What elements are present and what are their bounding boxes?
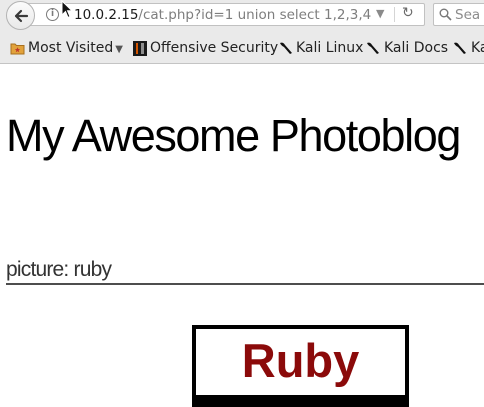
- bookmark-label: Kali Linux: [296, 40, 364, 56]
- bookmarks-toolbar: Most Visited ▼ Offensive Security Kali Li…: [0, 31, 484, 64]
- bookmark-label: Kali Docs: [384, 40, 449, 56]
- mouse-cursor-icon: [61, 0, 73, 19]
- folder-star-icon: [10, 43, 25, 55]
- search-input[interactable]: Sea: [455, 6, 480, 24]
- bookmark-kali-overflow[interactable]: Ka: [471, 40, 484, 56]
- kali-dragon-icon: [367, 42, 379, 54]
- bookmark-kali-docs[interactable]: Kali Docs: [384, 40, 448, 56]
- back-button[interactable]: [6, 1, 35, 30]
- bookmark-label: Offensive Security: [150, 40, 279, 56]
- chevron-down-icon: ▼: [115, 44, 123, 55]
- bookmark-offensive-security[interactable]: Offensive Security: [150, 40, 278, 56]
- navigation-bar: i 10.0.2.15/cat.php?id=1 union select 1,…: [0, 0, 484, 31]
- kali-dragon-icon: [454, 42, 466, 54]
- url-path: /cat.php?id=1 union select 1,2,3,4: [138, 7, 372, 23]
- bookmark-label: Most Visited: [28, 40, 114, 56]
- search-bar[interactable]: Sea: [433, 3, 484, 26]
- caption-divider: [6, 283, 484, 285]
- url-bar[interactable]: i 10.0.2.15/cat.php?id=1 union select 1,…: [27, 3, 425, 26]
- offsec-icon: [133, 41, 147, 56]
- url-history-dropdown-icon[interactable]: ▼: [376, 7, 384, 20]
- kali-dragon-icon: [280, 42, 292, 54]
- url-text[interactable]: 10.0.2.15/cat.php?id=1 union select 1,2,…: [74, 6, 371, 24]
- picture-caption: picture: ruby: [6, 258, 112, 281]
- ruby-picture-panel: Ruby: [196, 329, 405, 395]
- bookmark-most-visited[interactable]: Most Visited ▼: [28, 40, 123, 58]
- bookmark-kali-linux[interactable]: Kali Linux: [296, 40, 363, 56]
- ruby-picture-text: Ruby: [241, 334, 360, 387]
- url-separator: [394, 7, 395, 22]
- site-info-icon[interactable]: i: [46, 8, 59, 21]
- bookmark-label: Ka: [471, 40, 484, 56]
- reload-icon[interactable]: ↻: [402, 5, 414, 21]
- ruby-picture: Ruby: [192, 325, 409, 407]
- url-host: 10.0.2.15: [74, 7, 139, 23]
- back-arrow-icon: [14, 9, 29, 23]
- search-icon: [439, 8, 452, 21]
- page-title: My Awesome Photoblog: [6, 110, 461, 161]
